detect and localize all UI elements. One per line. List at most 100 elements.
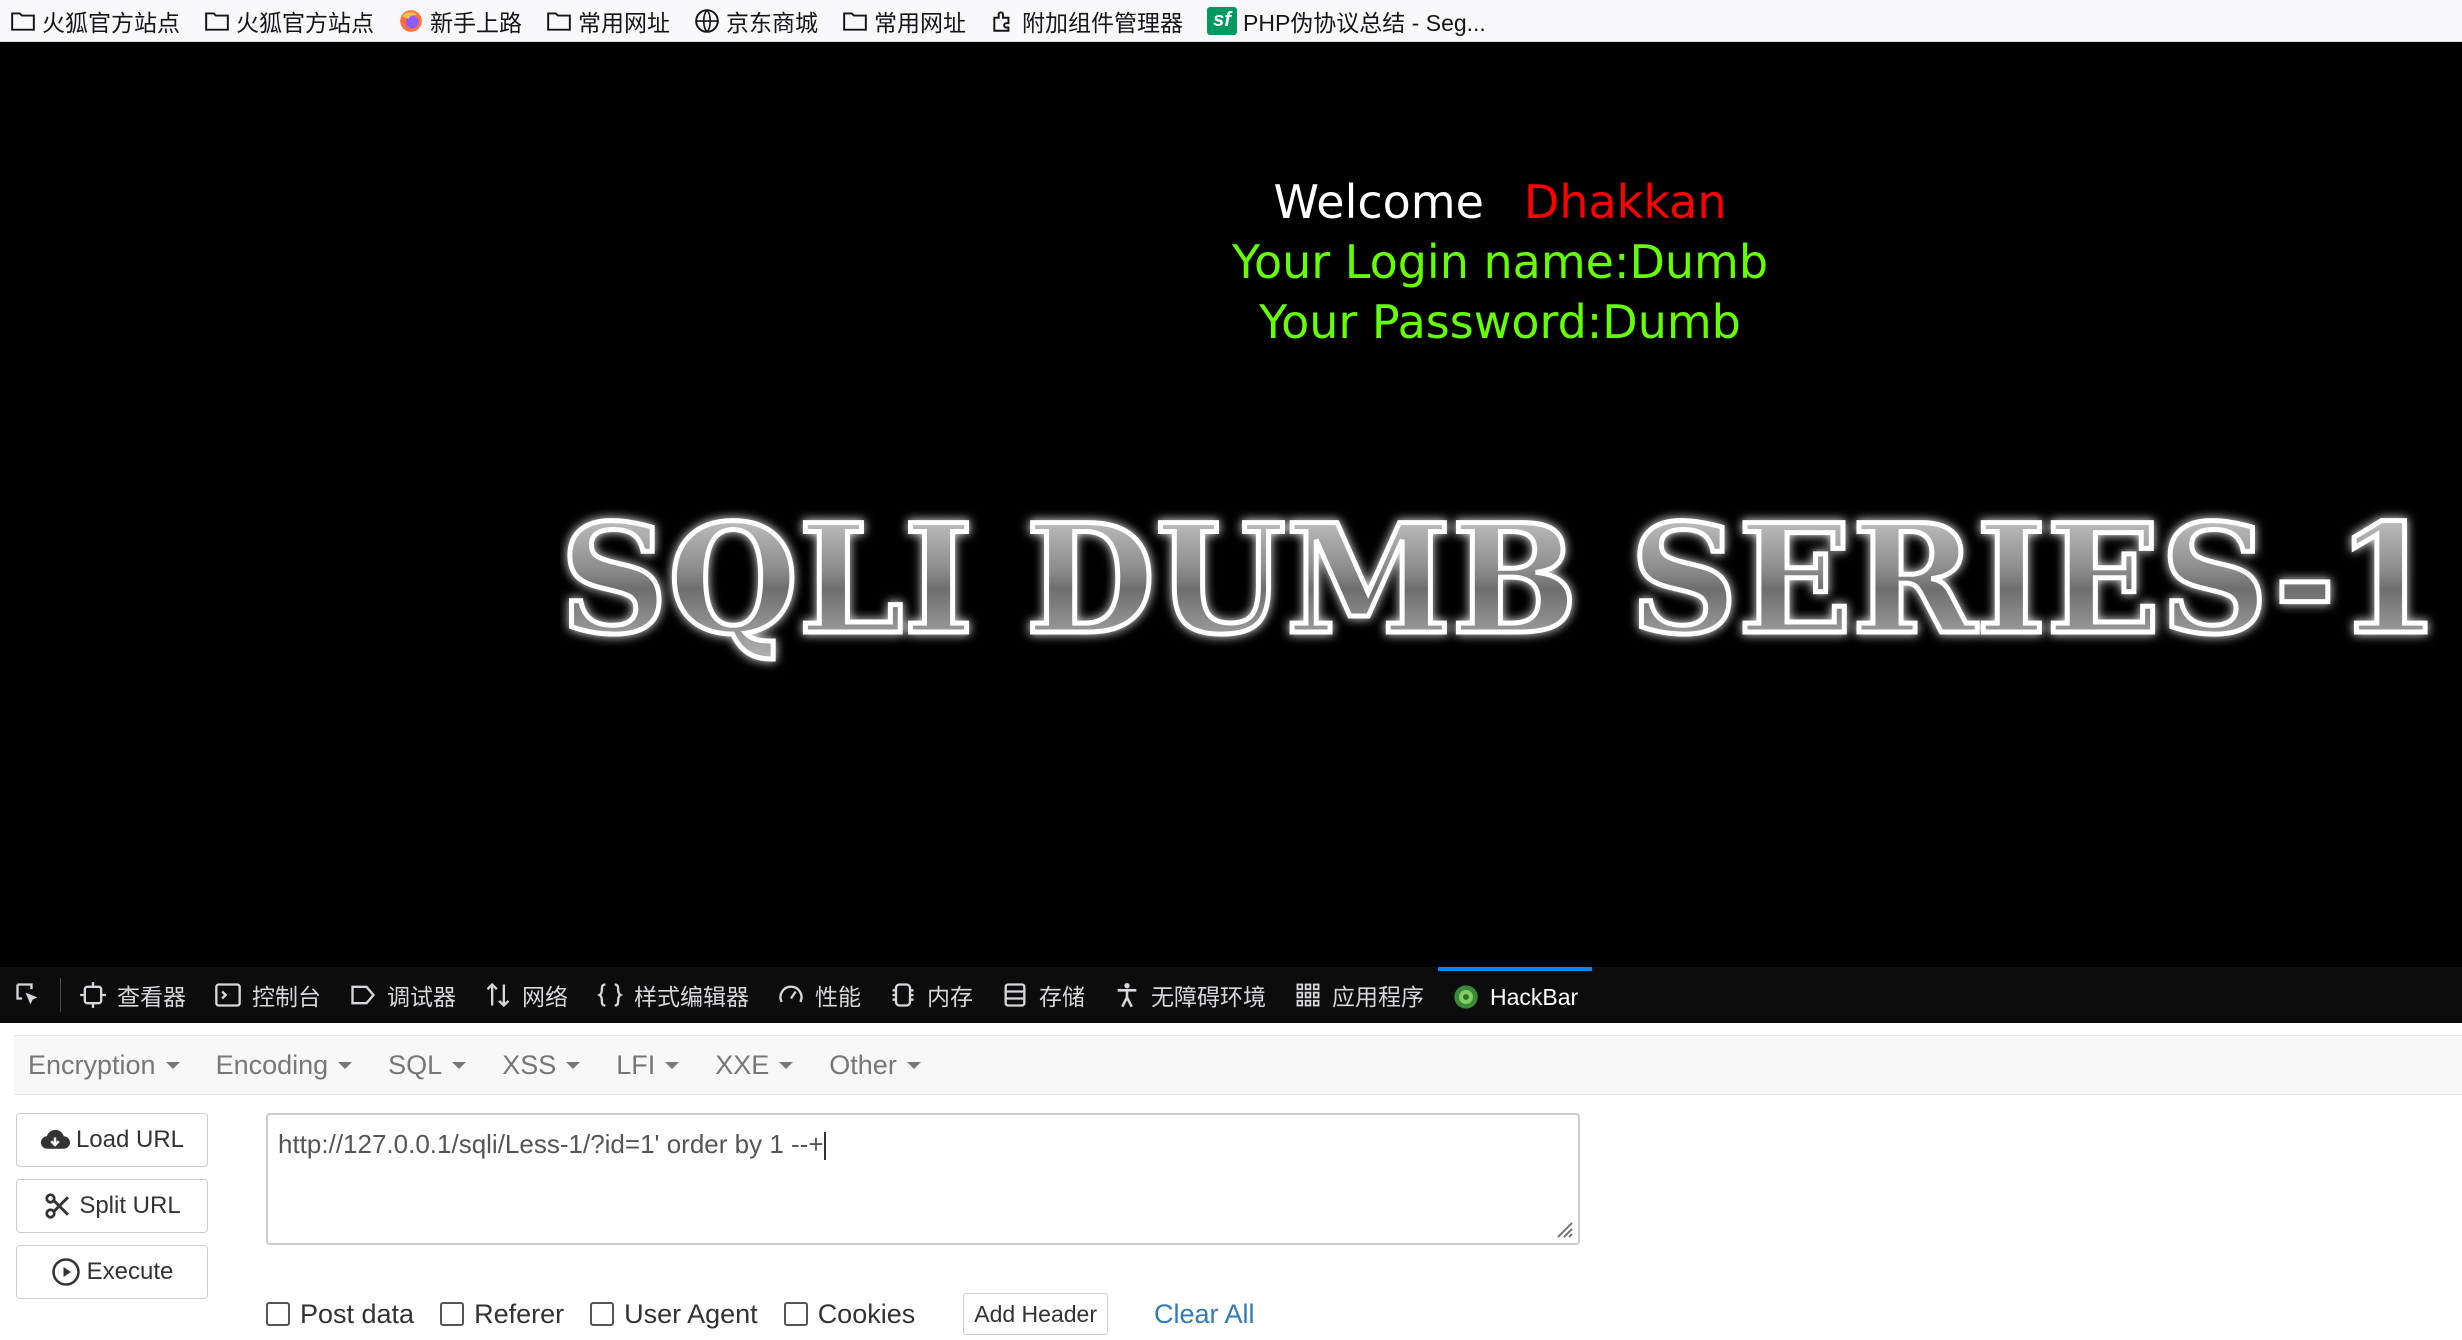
element-picker-button[interactable] bbox=[0, 967, 56, 1023]
bookmark-label: 火狐官方站点 bbox=[42, 9, 180, 36]
style-editor-icon bbox=[596, 983, 624, 1007]
bookmark-label: 京东商城 bbox=[726, 9, 818, 36]
menu-label: SQL bbox=[388, 1049, 443, 1080]
cookies-option[interactable]: Cookies bbox=[783, 1298, 916, 1330]
caret-down-icon bbox=[906, 1061, 921, 1069]
tab-network[interactable]: 网络 bbox=[470, 967, 582, 1023]
toolbar-divider bbox=[60, 978, 61, 1012]
tab-accessibility[interactable]: 无障碍环境 bbox=[1099, 967, 1280, 1023]
menu-encoding[interactable]: Encoding bbox=[202, 1050, 367, 1081]
tab-label: HackBar bbox=[1490, 983, 1579, 1010]
folder-icon bbox=[546, 8, 572, 34]
cookies-checkbox[interactable] bbox=[783, 1302, 808, 1326]
bookmark-item[interactable]: sf PHP伪协议总结 - Seg... bbox=[1207, 4, 1486, 38]
tab-console[interactable]: 控制台 bbox=[200, 967, 335, 1023]
text-cursor bbox=[823, 1132, 826, 1161]
button-label: Execute bbox=[86, 1258, 174, 1285]
folder-icon bbox=[842, 8, 868, 34]
tab-hackbar[interactable]: HackBar bbox=[1438, 967, 1593, 1023]
user-agent-checkbox[interactable] bbox=[590, 1302, 615, 1326]
tab-storage[interactable]: 存储 bbox=[987, 967, 1099, 1023]
tab-label: 调试器 bbox=[387, 984, 456, 1010]
tab-label: 性能 bbox=[815, 984, 861, 1010]
bookmark-label: 附加组件管理器 bbox=[1022, 9, 1183, 36]
clear-all-link[interactable]: Clear All bbox=[1154, 1299, 1255, 1330]
post-data-option[interactable]: Post data bbox=[266, 1299, 414, 1330]
memory-icon bbox=[892, 983, 914, 1007]
bookmark-item[interactable]: 火狐官方站点 bbox=[10, 4, 180, 38]
application-icon bbox=[1296, 983, 1320, 1007]
caret-down-icon bbox=[452, 1061, 467, 1069]
bookmark-label: 火狐官方站点 bbox=[236, 9, 374, 36]
tab-label: 样式编辑器 bbox=[634, 984, 749, 1010]
load-url-button[interactable]: Load URL bbox=[16, 1113, 208, 1167]
button-label: Split URL bbox=[79, 1192, 181, 1219]
tab-label: 无障碍环境 bbox=[1151, 984, 1266, 1010]
menu-xxe[interactable]: XXE bbox=[701, 1050, 807, 1081]
cloud-download-icon bbox=[40, 1129, 70, 1149]
element-picker-icon bbox=[16, 983, 38, 1005]
tab-debugger[interactable]: 调试器 bbox=[335, 967, 470, 1023]
resize-handle-icon[interactable] bbox=[1552, 1217, 1574, 1239]
tab-label: 查看器 bbox=[117, 984, 186, 1010]
menu-sql[interactable]: SQL bbox=[374, 1050, 480, 1081]
folder-icon bbox=[10, 8, 36, 34]
button-label: Load URL bbox=[75, 1126, 185, 1153]
add-header-button[interactable]: Add Header bbox=[963, 1293, 1108, 1335]
url-textarea[interactable]: http://127.0.0.1/sqli/Less-1/?id=1' orde… bbox=[266, 1113, 1580, 1245]
menu-encryption[interactable]: Encryption bbox=[14, 1050, 194, 1081]
referer-checkbox[interactable] bbox=[440, 1302, 465, 1326]
firefox-icon bbox=[398, 8, 424, 34]
menu-label: Other bbox=[829, 1049, 897, 1080]
caret-down-icon bbox=[338, 1061, 353, 1069]
tab-style-editor[interactable]: 样式编辑器 bbox=[582, 967, 763, 1023]
bookmark-item[interactable]: 常用网址 bbox=[546, 4, 670, 38]
welcome-text: Welcome bbox=[1273, 175, 1484, 229]
bookmark-label: PHP伪协议总结 - Seg... bbox=[1243, 9, 1486, 36]
caret-down-icon bbox=[665, 1061, 680, 1069]
post-data-checkbox[interactable] bbox=[266, 1302, 290, 1326]
folder-icon bbox=[204, 8, 230, 34]
bookmark-item[interactable]: 火狐官方站点 bbox=[204, 4, 374, 38]
bookmark-item[interactable]: 新手上路 bbox=[398, 4, 522, 38]
menu-label: Encryption bbox=[28, 1049, 156, 1080]
hackbar-panel: Encryption Encoding SQL XSS LFI XXE Othe… bbox=[0, 1023, 2462, 1340]
play-circle-icon bbox=[51, 1258, 80, 1286]
inspector-icon bbox=[80, 982, 106, 1008]
bookmark-label: 常用网址 bbox=[874, 9, 966, 36]
bookmark-item[interactable]: 常用网址 bbox=[842, 4, 966, 38]
menu-lfi[interactable]: LFI bbox=[602, 1050, 693, 1081]
user-agent-option[interactable]: User Agent bbox=[590, 1299, 758, 1330]
user-name: Dhakkan bbox=[1523, 175, 1727, 229]
referer-option[interactable]: Referer bbox=[440, 1299, 564, 1330]
menu-label: XSS bbox=[502, 1049, 557, 1080]
hackbar-menu: Encryption Encoding SQL XSS LFI XXE Othe… bbox=[14, 1035, 2462, 1095]
split-url-button[interactable]: Split URL bbox=[16, 1179, 208, 1233]
caret-down-icon bbox=[566, 1061, 581, 1069]
password-line: Your Password:Dumb bbox=[1259, 295, 1741, 349]
caret-down-icon bbox=[779, 1061, 794, 1069]
tab-application[interactable]: 应用程序 bbox=[1280, 967, 1438, 1023]
menu-xss[interactable]: XSS bbox=[488, 1050, 594, 1081]
option-label: Post data bbox=[300, 1298, 415, 1329]
storage-icon bbox=[1004, 983, 1026, 1007]
tab-performance[interactable]: 性能 bbox=[763, 967, 875, 1023]
menu-other[interactable]: Other bbox=[815, 1050, 935, 1081]
login-name-line: Your Login name:Dumb bbox=[1231, 235, 1769, 289]
execute-button[interactable]: Execute bbox=[16, 1245, 208, 1299]
tab-inspector[interactable]: 查看器 bbox=[65, 967, 200, 1023]
puzzle-icon bbox=[990, 8, 1016, 34]
globe-icon bbox=[694, 8, 720, 34]
network-icon bbox=[486, 982, 510, 1008]
caret-down-icon bbox=[165, 1061, 180, 1069]
tab-memory[interactable]: 内存 bbox=[875, 967, 987, 1023]
scissors-icon bbox=[45, 1193, 70, 1219]
hackbar-icon bbox=[1454, 985, 1478, 1009]
bookmark-item[interactable]: 附加组件管理器 bbox=[990, 4, 1183, 38]
bookmark-label: 常用网址 bbox=[578, 9, 670, 36]
tab-label: 应用程序 bbox=[1332, 984, 1424, 1010]
banner-text: SQLI DUMB SERIES-1 bbox=[560, 492, 2440, 668]
option-label: Cookies bbox=[817, 1298, 916, 1329]
bookmark-item[interactable]: 京东商城 bbox=[694, 4, 818, 38]
option-label: User Agent bbox=[624, 1298, 758, 1329]
